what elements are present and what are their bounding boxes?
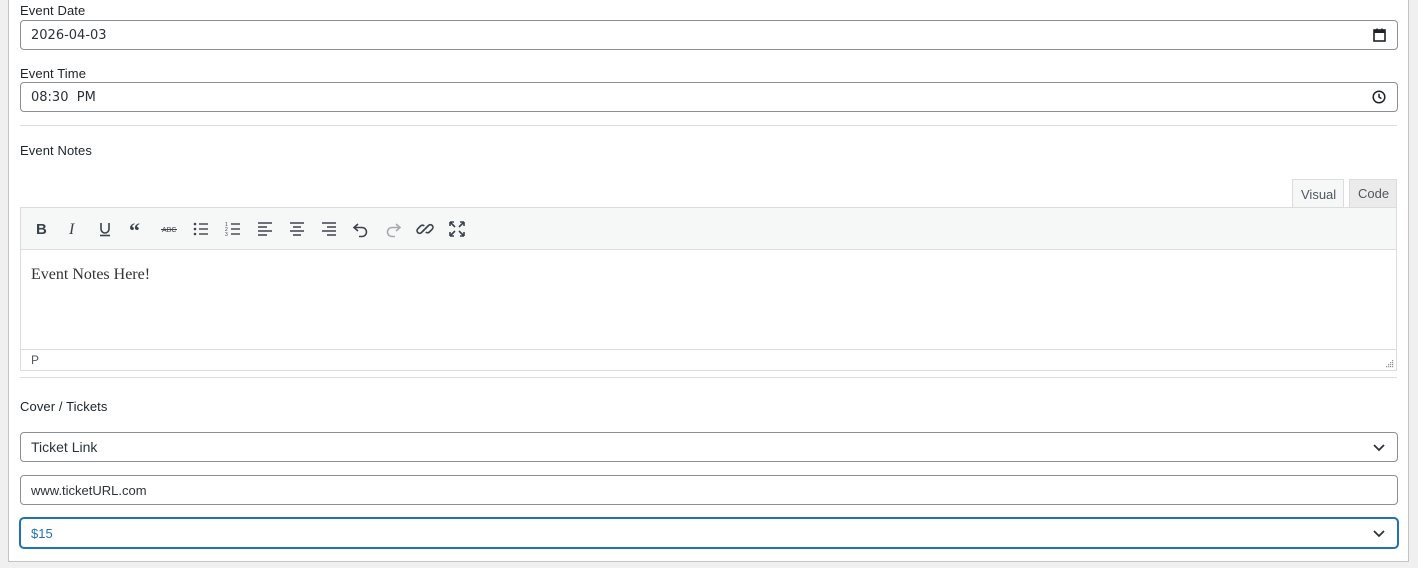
svg-text:“: “ xyxy=(129,219,140,239)
divider xyxy=(20,377,1397,378)
redo-icon[interactable] xyxy=(377,214,409,244)
editor-content[interactable]: Event Notes Here! xyxy=(21,250,1396,349)
price-value: $15 xyxy=(31,525,53,541)
rich-text-editor: B I “ ABC 123 Event Notes Here! P xyxy=(20,207,1397,371)
link-icon[interactable] xyxy=(409,214,441,244)
underline-icon[interactable] xyxy=(89,214,121,244)
cover-type-value: Ticket Link xyxy=(31,439,98,455)
svg-text:I: I xyxy=(68,221,75,238)
italic-icon[interactable]: I xyxy=(57,214,89,244)
align-left-icon[interactable] xyxy=(249,214,281,244)
chevron-down-icon xyxy=(1371,525,1387,541)
event-time-input[interactable]: 08:30 PM xyxy=(20,82,1398,112)
element-path[interactable]: P xyxy=(31,353,39,367)
bullet-list-icon[interactable] xyxy=(185,214,217,244)
bold-icon[interactable]: B xyxy=(25,214,57,244)
clock-icon[interactable] xyxy=(1371,89,1387,105)
ticket-url-value: www.ticketURL.com xyxy=(31,482,147,498)
svg-text:ABC: ABC xyxy=(162,227,176,234)
event-date-label: Event Date xyxy=(20,3,86,18)
numbered-list-icon[interactable]: 123 xyxy=(217,214,249,244)
tab-visual[interactable]: Visual xyxy=(1292,179,1344,209)
event-date-input[interactable]: 2026-04-03 xyxy=(20,20,1398,50)
tab-code[interactable]: Code xyxy=(1349,179,1397,207)
align-right-icon[interactable] xyxy=(313,214,345,244)
event-time-label: Event Time xyxy=(20,66,87,81)
blockquote-icon[interactable]: “ xyxy=(121,214,153,244)
cover-type-select[interactable]: Ticket Link xyxy=(20,432,1398,462)
editor-toolbar: B I “ ABC 123 xyxy=(21,208,1396,250)
editor-statusbar: P xyxy=(21,349,1396,370)
strikethrough-icon[interactable]: ABC xyxy=(153,214,185,244)
event-time-value: 08:30 PM xyxy=(31,89,96,105)
divider xyxy=(20,125,1397,126)
undo-icon[interactable] xyxy=(345,214,377,244)
event-date-value: 2026-04-03 xyxy=(31,27,107,43)
align-center-icon[interactable] xyxy=(281,214,313,244)
cover-tickets-label: Cover / Tickets xyxy=(20,399,108,414)
event-notes-label: Event Notes xyxy=(20,143,92,158)
fullscreen-icon[interactable] xyxy=(441,214,473,244)
chevron-down-icon xyxy=(1371,439,1387,455)
calendar-icon[interactable] xyxy=(1371,27,1387,43)
ticket-url-input[interactable]: www.ticketURL.com xyxy=(20,475,1398,505)
svg-text:3: 3 xyxy=(225,232,228,238)
svg-text:B: B xyxy=(36,221,47,238)
price-select[interactable]: $15 xyxy=(20,518,1398,548)
resize-handle-icon[interactable] xyxy=(1384,358,1394,368)
